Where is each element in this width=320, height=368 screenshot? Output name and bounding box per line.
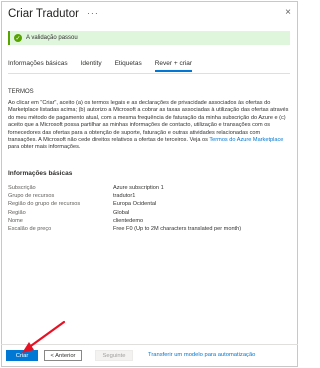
- tab-review-create[interactable]: Rever + criar: [154, 60, 193, 72]
- summary-row: Subscrição Azure subscription 1: [8, 184, 290, 192]
- summary-row: Nome clientedemo: [8, 217, 290, 225]
- previous-button[interactable]: < Anterior: [44, 350, 82, 361]
- create-button[interactable]: Criar: [6, 350, 38, 361]
- tab-bar: Informações básicas Identity Etiquetas R…: [8, 60, 205, 72]
- terms-tail: para obter mais informações.: [8, 144, 81, 151]
- panel-header: Criar Tradutor ···: [8, 4, 99, 24]
- validation-banner: ✓ A validação passou: [8, 31, 290, 45]
- summary-value: Free F0 (Up to 2M characters translated …: [113, 226, 242, 233]
- footer-divider: [1, 344, 298, 345]
- summary-row: Grupo de recursos tradutor1: [8, 192, 290, 200]
- summary-value: Azure subscription 1: [113, 185, 164, 192]
- check-circle-icon: ✓: [14, 34, 22, 42]
- basics-section-title: Informações básicas: [8, 170, 73, 177]
- summary-value: Europa Ocidental: [113, 201, 157, 208]
- next-button: Seguinte: [95, 350, 133, 361]
- close-icon[interactable]: ×: [285, 7, 291, 18]
- tab-tags[interactable]: Etiquetas: [115, 60, 142, 72]
- summary-key: Nome: [8, 217, 23, 224]
- tab-divider: [8, 73, 290, 74]
- terms-heading: TERMOS: [8, 89, 34, 95]
- summary-key: Região do grupo de recursos: [8, 201, 81, 208]
- terms-text: Ao clicar em "Criar", aceito (a) os term…: [8, 100, 290, 152]
- summary-key: Subscrição: [8, 185, 36, 192]
- marketplace-terms-link[interactable]: Termos do Azure Marketplace: [209, 137, 283, 143]
- summary-row: Região do grupo de recursos Europa Ociden…: [8, 200, 290, 208]
- summary-key: Escalão de preço: [8, 226, 52, 233]
- summary-value: Global: [113, 209, 130, 216]
- summary-key: Grupo de recursos: [8, 193, 55, 200]
- page-title: Criar Tradutor: [8, 8, 79, 20]
- summary-value: clientedemo: [113, 217, 144, 224]
- summary-value: tradutor1: [113, 193, 136, 200]
- summary-row: Escalão de preço Free F0 (Up to 2M charac…: [8, 225, 290, 233]
- basics-summary: Subscrição Azure subscription 1 Grupo de …: [8, 184, 290, 233]
- tab-basics[interactable]: Informações básicas: [8, 60, 68, 72]
- tab-identity[interactable]: Identity: [81, 60, 102, 72]
- download-template-link[interactable]: Transferir um modelo para automatização: [148, 352, 255, 358]
- validation-message: A validação passou: [26, 35, 78, 41]
- summary-key: Região: [8, 209, 26, 216]
- more-options-icon[interactable]: ···: [87, 8, 99, 18]
- summary-row: Região Global: [8, 209, 290, 217]
- create-translator-panel: Criar Tradutor ··· × ✓ A validação passo…: [1, 1, 298, 367]
